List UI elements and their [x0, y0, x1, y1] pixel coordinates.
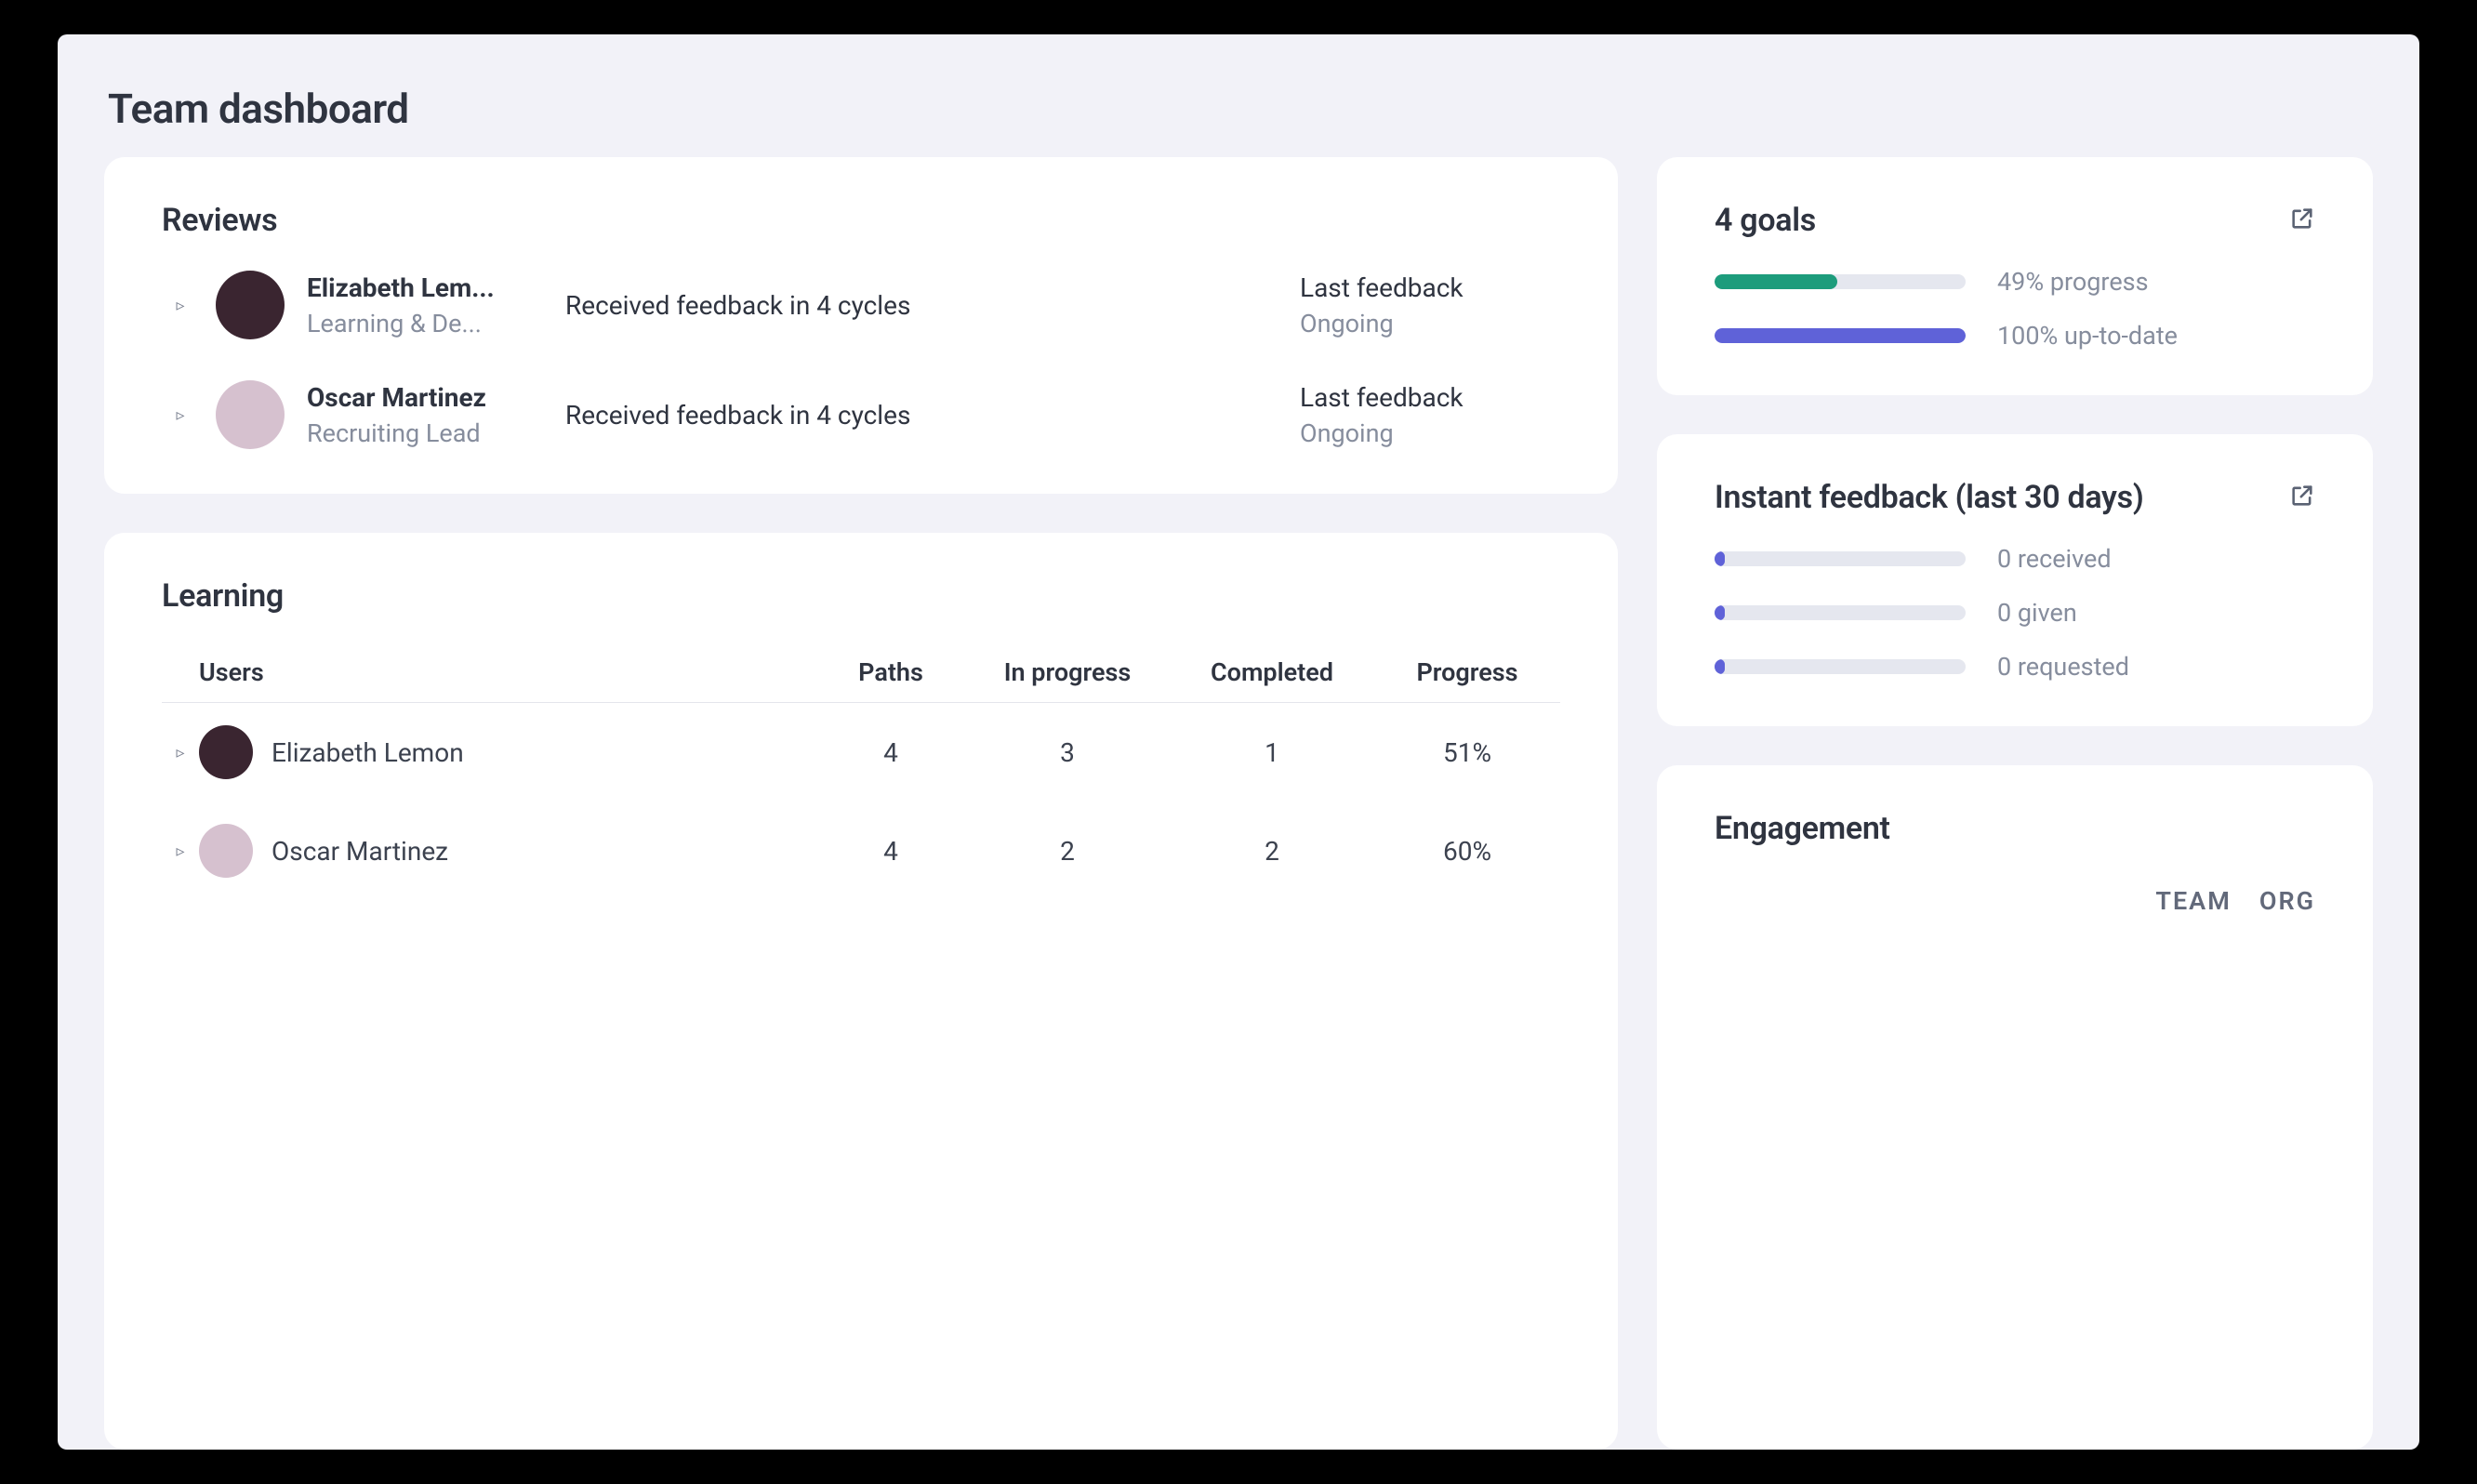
- progress-bar: [1715, 551, 1966, 566]
- last-feedback-value: Ongoing: [1300, 309, 1560, 338]
- stat-label: 0 given: [1997, 598, 2077, 628]
- col-in-progress: In progress: [965, 657, 1170, 687]
- goals-card: 4 goals 49% progress 100% up-to-date: [1657, 157, 2373, 395]
- cell-completed: 1: [1170, 737, 1374, 768]
- external-link-icon[interactable]: [2289, 483, 2315, 512]
- review-row[interactable]: ▹ Oscar Martinez Recruiting Lead Receive…: [162, 380, 1560, 449]
- cell-in-progress: 3: [965, 737, 1170, 768]
- progress-bar: [1715, 274, 1966, 289]
- progress-bar: [1715, 659, 1966, 674]
- cell-progress: 60%: [1374, 836, 1560, 867]
- tab-org[interactable]: ORG: [2259, 886, 2315, 916]
- col-users: Users: [199, 657, 816, 687]
- engagement-card: Engagement TEAM ORG: [1657, 765, 2373, 1450]
- cell-progress: 51%: [1374, 737, 1560, 768]
- stat-row: 100% up-to-date: [1715, 321, 2315, 351]
- review-subtitle: Learning & De...: [307, 309, 549, 338]
- col-paths: Paths: [816, 657, 965, 687]
- avatar: [199, 824, 253, 878]
- stat-row: 0 requested: [1715, 652, 2315, 682]
- reviews-title: Reviews: [162, 202, 277, 239]
- cell-completed: 2: [1170, 836, 1374, 867]
- col-completed: Completed: [1170, 657, 1374, 687]
- avatar: [199, 725, 253, 779]
- instant-feedback-title: Instant feedback (last 30 days): [1715, 479, 2143, 516]
- col-progress: Progress: [1374, 657, 1560, 687]
- avatar: [216, 271, 285, 339]
- left-column: Reviews ▹ Elizabeth Lem... Learning & De…: [104, 157, 1618, 1450]
- learning-row[interactable]: ▹ Elizabeth Lemon 4 3 1 51%: [162, 703, 1560, 802]
- engagement-tabs: TEAM ORG: [1715, 886, 2315, 916]
- last-feedback-label: Last feedback: [1300, 272, 1560, 303]
- goals-title: 4 goals: [1715, 202, 1816, 239]
- progress-fill: [1715, 274, 1837, 289]
- progress-fill: [1715, 551, 1725, 566]
- right-column: 4 goals 49% progress 100% up-to-date: [1657, 157, 2373, 1450]
- reviews-card: Reviews ▹ Elizabeth Lem... Learning & De…: [104, 157, 1618, 494]
- expand-icon[interactable]: ▹: [162, 405, 199, 425]
- stat-row: 0 received: [1715, 544, 2315, 574]
- learning-table-header: Users Paths In progress Completed Progre…: [162, 643, 1560, 703]
- instant-feedback-card: Instant feedback (last 30 days) 0 receiv…: [1657, 434, 2373, 726]
- learning-user-name: Oscar Martinez: [272, 836, 448, 867]
- review-feedback-count: Received feedback in 4 cycles: [565, 400, 1283, 431]
- external-link-icon[interactable]: [2289, 205, 2315, 235]
- last-feedback-value: Ongoing: [1300, 418, 1560, 448]
- expand-icon[interactable]: ▹: [162, 296, 199, 315]
- review-row[interactable]: ▹ Elizabeth Lem... Learning & De... Rece…: [162, 271, 1560, 339]
- stat-label: 0 requested: [1997, 652, 2129, 682]
- progress-fill: [1715, 605, 1725, 620]
- columns: Reviews ▹ Elizabeth Lem... Learning & De…: [104, 157, 2373, 1450]
- stat-row: 49% progress: [1715, 267, 2315, 297]
- review-feedback-count: Received feedback in 4 cycles: [565, 290, 1283, 321]
- learning-card: Learning Users Paths In progress Complet…: [104, 533, 1618, 1450]
- stat-label: 49% progress: [1997, 267, 2149, 297]
- learning-table: Users Paths In progress Completed Progre…: [162, 643, 1560, 900]
- cell-paths: 4: [816, 836, 965, 867]
- page-title: Team dashboard: [108, 85, 2373, 133]
- review-subtitle: Recruiting Lead: [307, 418, 549, 448]
- progress-fill: [1715, 328, 1966, 343]
- stat-row: 0 given: [1715, 598, 2315, 628]
- progress-bar: [1715, 605, 1966, 620]
- expand-icon[interactable]: ▹: [162, 841, 199, 861]
- review-name: Oscar Martinez: [307, 382, 549, 413]
- cell-in-progress: 2: [965, 836, 1170, 867]
- progress-fill: [1715, 659, 1725, 674]
- learning-title: Learning: [162, 577, 1560, 615]
- review-name: Elizabeth Lem...: [307, 272, 549, 303]
- tab-team[interactable]: TEAM: [2155, 886, 2231, 916]
- learning-user-name: Elizabeth Lemon: [272, 737, 464, 768]
- goals-stats: 49% progress 100% up-to-date: [1715, 267, 2315, 351]
- cell-paths: 4: [816, 737, 965, 768]
- learning-row[interactable]: ▹ Oscar Martinez 4 2 2 60%: [162, 802, 1560, 900]
- stat-label: 100% up-to-date: [1997, 321, 2178, 351]
- last-feedback-label: Last feedback: [1300, 382, 1560, 413]
- progress-bar: [1715, 328, 1966, 343]
- engagement-title: Engagement: [1715, 810, 2315, 847]
- reviews-list: ▹ Elizabeth Lem... Learning & De... Rece…: [162, 271, 1560, 449]
- stat-label: 0 received: [1997, 544, 2112, 574]
- avatar: [216, 380, 285, 449]
- expand-icon[interactable]: ▹: [162, 743, 199, 762]
- dashboard-app: Team dashboard Reviews ▹ Elizabeth Lem..…: [58, 34, 2419, 1450]
- instant-feedback-stats: 0 received 0 given 0 requested: [1715, 544, 2315, 682]
